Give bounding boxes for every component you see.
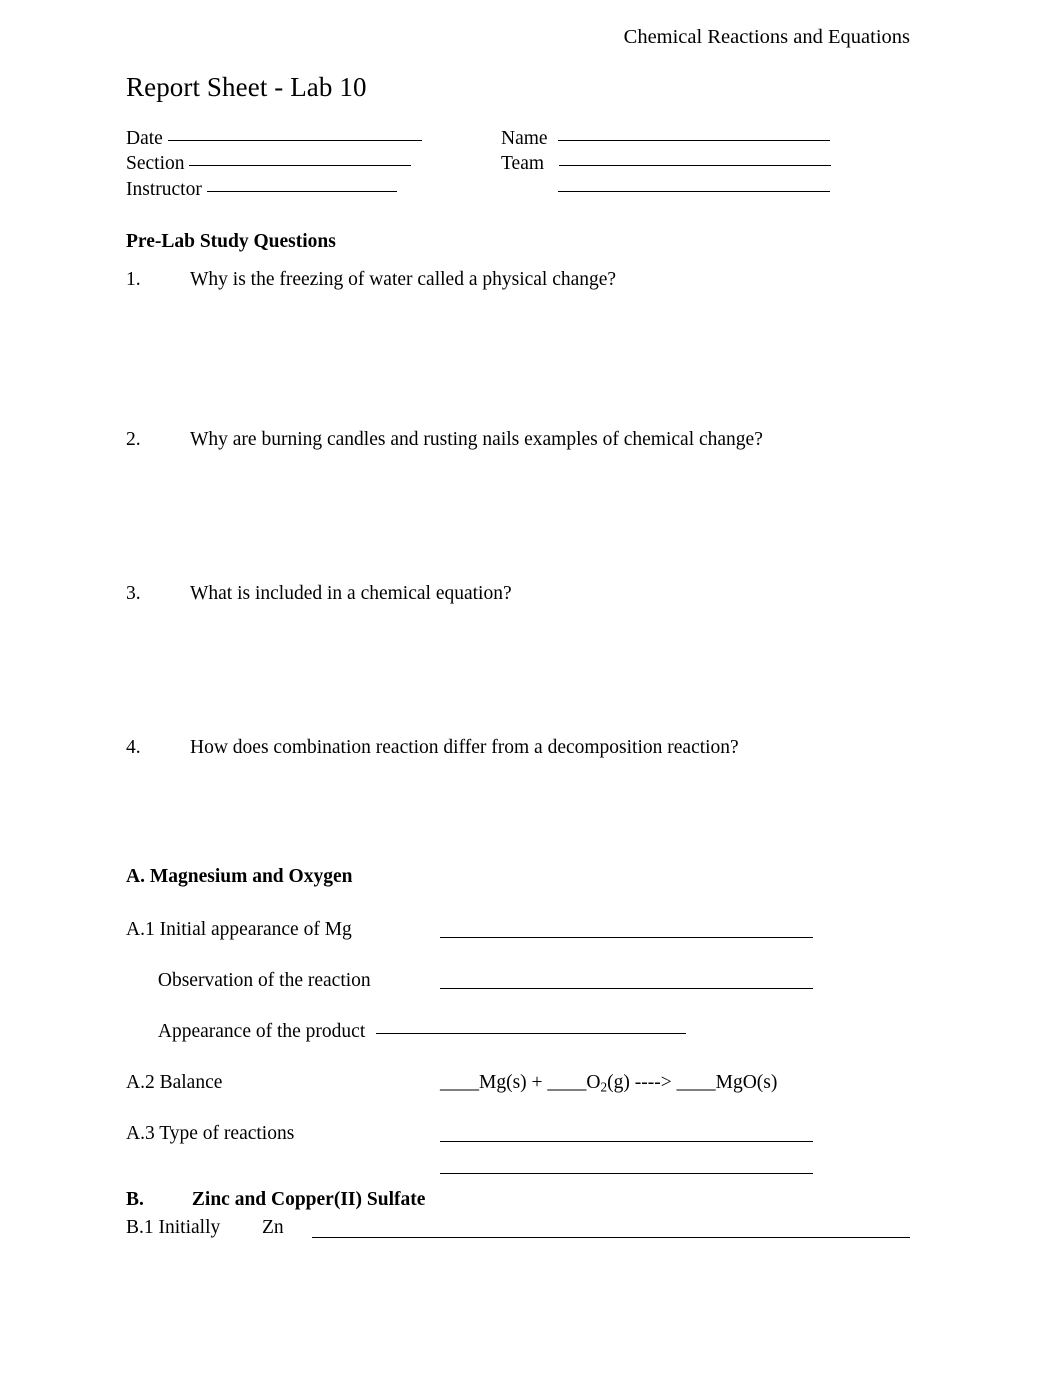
eq-blank-2[interactable]: ____ <box>547 1072 586 1093</box>
eq-product-mgo: MgO(s) <box>715 1072 778 1093</box>
entry-b1-label: B.1 Initially <box>126 1217 221 1238</box>
eq-plus: + <box>526 1072 548 1093</box>
prelab-question-3: 3. What is included in a chemical equati… <box>126 581 916 607</box>
field-team-label: Team <box>501 153 545 175</box>
entry-b1-symbol: Zn <box>262 1217 284 1238</box>
identity-left-column: Date Section Instructor <box>126 126 526 202</box>
prelab-question-2: 2. Why are burning candles and rusting n… <box>126 427 916 453</box>
entry-appearance-rule[interactable] <box>376 1033 687 1034</box>
entry-a3-label: A.3 Type of reactions <box>126 1123 295 1144</box>
page-title: Report Sheet - Lab 10 <box>126 72 367 102</box>
prelab-question-2-number: 2. <box>126 429 141 450</box>
field-team-rule[interactable] <box>558 165 831 167</box>
eq-reactant-o2-base: O <box>586 1072 601 1093</box>
field-extra[interactable] <box>501 177 921 202</box>
field-section[interactable]: Section <box>126 151 526 176</box>
entry-a3-rule-1[interactable] <box>440 1141 813 1142</box>
prelab-question-1: 1. Why is the freezing of water called a… <box>126 267 916 293</box>
prelab-question-1-number: 1. <box>126 269 141 290</box>
prelab-question-3-text: What is included in a chemical equation? <box>190 583 512 604</box>
report-sheet-page: Chemical Reactions and Equations Report … <box>0 0 1062 1377</box>
prelab-question-4-text: How does combination reaction differ fro… <box>190 737 739 758</box>
running-head: Chemical Reactions and Equations <box>623 26 910 48</box>
entry-appearance-label: Appearance of the product <box>157 1021 366 1042</box>
document-body: Report Sheet - Lab 10 Date Section Instr… <box>126 70 916 1241</box>
entry-a2: A.2 Balance ____Mg(s) + ____O2(g) ----> … <box>126 1070 916 1096</box>
entry-a1: A.1 Initial appearance of Mg <box>126 917 916 943</box>
prelab-question-1-text: Why is the freezing of water called a ph… <box>190 269 617 290</box>
field-date-rule[interactable] <box>167 140 422 141</box>
part-a-heading: A. Magnesium and Oxygen <box>126 866 353 887</box>
field-name-rule[interactable] <box>558 140 831 141</box>
prelab-heading: Pre-Lab Study Questions <box>126 231 336 252</box>
field-instructor[interactable]: Instructor <box>126 177 526 202</box>
field-instructor-label: Instructor <box>126 178 202 200</box>
identity-right-column: Name Team <box>501 126 921 202</box>
prelab-question-4: 4. How does combination reaction differ … <box>126 735 916 761</box>
identity-block: Date Section Instructor Name Team <box>126 126 916 204</box>
field-date[interactable]: Date <box>126 126 526 151</box>
field-name[interactable]: Name <box>501 126 921 151</box>
prelab-question-4-number: 4. <box>126 737 141 758</box>
entry-a1-label: A.1 Initial appearance of Mg <box>126 919 352 940</box>
field-date-label: Date <box>126 128 163 149</box>
prelab-question-2-text: Why are burning candles and rusting nail… <box>190 429 763 450</box>
field-extra-rule[interactable] <box>558 190 830 192</box>
entry-observation: Observation of the reaction <box>126 968 916 994</box>
entry-b1-rule[interactable] <box>312 1237 910 1238</box>
entry-observation-rule[interactable] <box>440 988 813 989</box>
eq-reactant-mg: Mg(s) <box>479 1072 527 1093</box>
entry-a2-label: A.2 Balance <box>126 1072 223 1093</box>
field-section-rule[interactable] <box>189 165 412 167</box>
entry-a3-rule-2[interactable] <box>440 1173 813 1174</box>
balance-equation: ____Mg(s) + ____O2(g) ----> ____MgO(s) <box>440 1070 777 1101</box>
prelab-question-3-number: 3. <box>126 583 141 604</box>
part-b-heading-text: Zinc and Copper(II) Sulfate <box>191 1189 426 1210</box>
eq-arrow: ----> <box>629 1072 677 1093</box>
part-b-heading: B. Zinc and Copper(II) Sulfate <box>126 1187 916 1213</box>
entry-appearance: Appearance of the product <box>126 1019 916 1045</box>
eq-blank-3[interactable]: ____ <box>677 1072 716 1093</box>
eq-reactant-o2-state: (g) <box>607 1072 630 1093</box>
entry-a3: A.3 Type of reactions <box>126 1121 916 1174</box>
part-b-heading-letter: B. <box>126 1189 144 1210</box>
field-team[interactable]: Team <box>501 151 921 176</box>
field-name-label: Name <box>501 128 548 149</box>
entry-b1: B.1 Initially Zn <box>126 1215 916 1241</box>
field-section-label: Section <box>126 153 185 175</box>
field-instructor-rule[interactable] <box>206 190 397 192</box>
eq-blank-1[interactable]: ____ <box>440 1072 479 1093</box>
entry-a1-rule[interactable] <box>440 937 813 938</box>
entry-observation-label: Observation of the reaction <box>157 970 371 991</box>
